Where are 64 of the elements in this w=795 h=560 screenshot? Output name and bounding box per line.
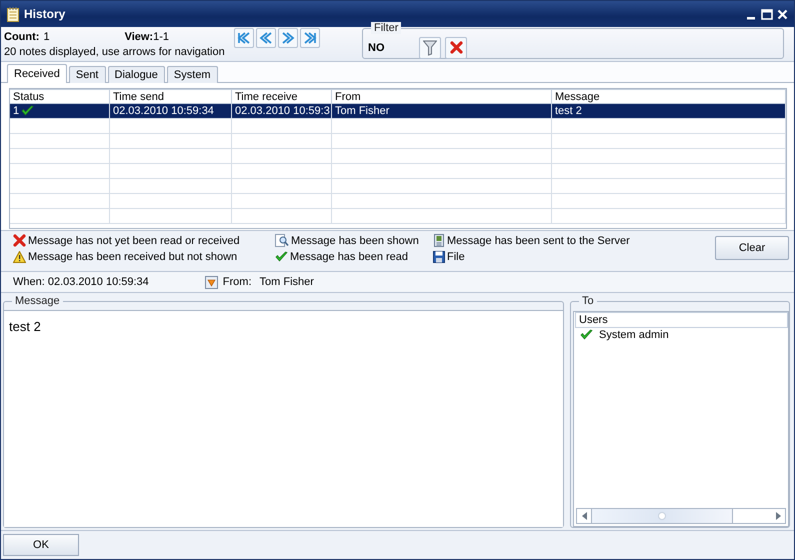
group-label: Message — [12, 295, 63, 307]
document-icon — [433, 234, 445, 247]
column-header[interactable]: Time receive — [232, 89, 332, 104]
ok-button[interactable]: OK — [3, 534, 79, 556]
close-icon[interactable] — [777, 8, 788, 20]
scroll-thumb-icon[interactable] — [658, 512, 666, 520]
legend-text: Message has been received but not shown — [28, 250, 238, 262]
table-cell[interactable]: Tom Fisher — [332, 104, 552, 119]
from-value: Tom Fisher — [260, 276, 314, 288]
column-header: Users — [575, 312, 788, 328]
filter-value: NO — [368, 42, 386, 54]
table-cell[interactable]: 02.03.2010 10:59:34 — [110, 104, 232, 119]
funnel-icon — [423, 40, 437, 56]
double-arrow-icon — [302, 30, 318, 46]
view-label: View: — [124, 31, 154, 43]
group-label: Filter — [371, 22, 402, 34]
legend-text: File — [447, 250, 465, 262]
when-text: When: 02.03.2010 10:59:34 — [13, 276, 149, 288]
status-cell[interactable]: 1 — [10, 104, 110, 119]
legend-text: Message has been shown — [291, 234, 419, 246]
group-label: To — [579, 295, 597, 307]
cross-icon — [13, 234, 26, 247]
tab[interactable]: Received — [7, 64, 67, 83]
tab[interactable]: Sent — [68, 66, 106, 83]
next-page-button[interactable] — [278, 28, 298, 48]
count-label: Count: — [4, 31, 40, 43]
legend-text: Message has not yet been read or received — [28, 234, 240, 246]
legend-text: Message has been sent to the Server — [447, 234, 630, 246]
table-cell[interactable]: test 2 — [552, 104, 786, 119]
previous-page-button[interactable] — [256, 28, 276, 48]
row-number: 1 — [13, 105, 20, 117]
notepad-icon — [7, 6, 19, 22]
column-header[interactable]: Time send — [110, 89, 232, 104]
double-arrow-icon — [236, 30, 252, 46]
check-icon — [580, 329, 593, 341]
first-page-button[interactable] — [234, 28, 254, 48]
warning-icon — [13, 250, 26, 262]
scroll-left-icon[interactable] — [582, 512, 586, 520]
clear-button[interactable]: Clear — [715, 236, 789, 260]
column-header[interactable]: From — [332, 89, 552, 104]
user-name[interactable]: System admin — [599, 329, 669, 341]
navigation-hint: 20 notes displayed, use arrows for navigation — [4, 46, 226, 58]
column-header[interactable]: Message — [552, 89, 786, 104]
table-cell[interactable]: 02.03.2010 10:59:3 — [232, 104, 332, 119]
message-text: test 2 — [9, 319, 41, 334]
column-header[interactable]: Status — [10, 89, 110, 104]
from-label: From: — [222, 276, 252, 288]
count-value: 1 — [43, 31, 50, 43]
cross-icon — [450, 41, 462, 54]
last-page-button[interactable] — [300, 28, 320, 48]
tab[interactable]: System — [166, 66, 218, 83]
double-arrow-icon — [280, 30, 296, 46]
filter-button[interactable] — [419, 36, 441, 58]
scroll-right-icon[interactable] — [776, 512, 780, 520]
double-arrow-icon — [258, 30, 274, 46]
horizontal-scrollbar[interactable] — [576, 508, 786, 524]
check-icon — [275, 250, 288, 262]
tab[interactable]: Dialogue — [108, 66, 165, 83]
view-value: 1-1 — [153, 31, 169, 43]
window-title: History — [24, 7, 66, 21]
magnifier-icon — [275, 234, 289, 247]
clear-filter-button[interactable] — [445, 36, 467, 58]
maximize-icon[interactable] — [761, 8, 773, 20]
legend-text: Message has been read — [290, 250, 408, 262]
